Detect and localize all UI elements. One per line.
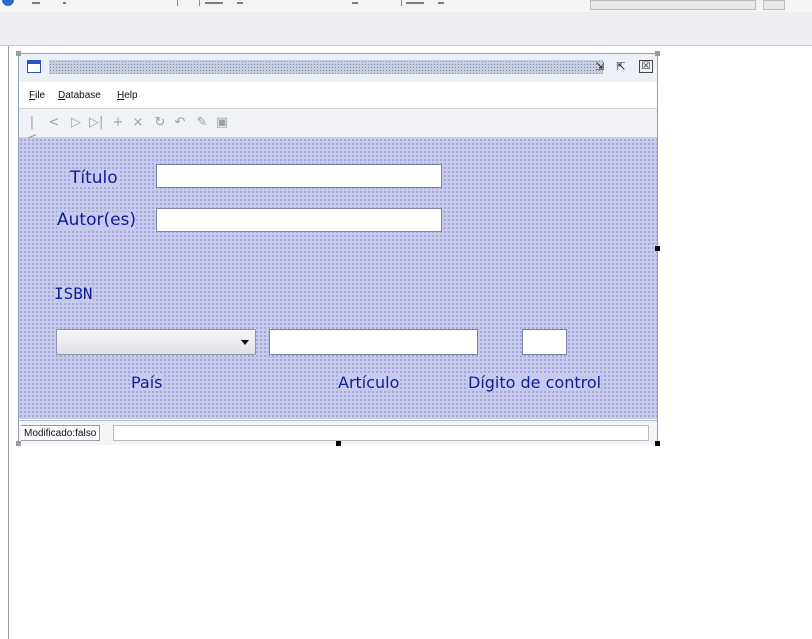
editor-left-rule [8,46,9,639]
status-empty-panel [113,425,649,441]
strip-mark [352,2,358,4]
delete-record-icon[interactable]: × [131,115,145,131]
strip-mark [438,2,444,4]
window-titlebar[interactable]: ⇲ ⇱ ☒ [19,54,657,82]
autores-field[interactable] [156,208,442,232]
strip-mark [406,2,424,4]
modified-status: Modificado:falso [21,425,101,441]
resize-handle-top-right[interactable] [655,51,660,56]
digito-control-field[interactable] [522,329,567,355]
ide-toolbar-band [0,12,812,46]
articulo-field[interactable] [269,329,478,355]
strip-mark [237,2,243,4]
record-navigator-toolbar: |< < ▷ ▷| + × ↻ ↶ ✎ ▣ [19,109,657,146]
first-record-icon[interactable]: |< [25,115,39,146]
titlebar-hatch [49,60,603,74]
next-record-icon[interactable]: ▷ [69,115,83,131]
form-designer-frame[interactable]: ⇲ ⇱ ☒ File Database Help |< < ▷ ▷| + × ↻… [18,53,658,445]
pais-dropdown[interactable] [56,329,256,355]
strip-mark [32,2,40,4]
menu-help-rest: elp [124,90,138,101]
menu-bar: File Database Help [19,82,657,109]
resize-handle-top-left[interactable] [16,51,21,56]
resize-handle-bottom-left[interactable] [16,441,21,446]
resize-handle-bottom[interactable] [336,441,341,446]
refresh-icon[interactable]: ↻ [153,115,167,131]
autores-label: Autor(es) [57,210,137,230]
strip-tick [199,0,200,6]
strip-tick [401,0,402,6]
last-record-icon[interactable]: ▷| [89,115,103,131]
pais-label: País [131,373,163,392]
strip-tick [177,0,178,6]
menu-database[interactable]: Database [58,90,101,101]
menu-file-rest: ile [35,90,46,101]
commit-icon[interactable]: ✎ [195,115,209,131]
form-canvas[interactable]: Título Autor(es) ISBN País Artículo Dígi… [19,138,657,419]
menu-help[interactable]: Help [117,90,138,101]
sql-icon[interactable]: ▣ [215,115,229,131]
strip-mark [205,2,223,4]
resize-handle-right[interactable] [655,246,660,251]
strip-field[interactable] [590,0,756,10]
digito-control-label: Dígito de control [468,373,602,392]
strip-field[interactable] [763,0,785,10]
menu-file[interactable]: File [29,90,45,101]
chevron-down-icon [241,340,249,345]
articulo-label: Artículo [338,373,400,392]
app-icon [2,0,14,6]
resize-handle-bottom-right[interactable] [655,441,660,446]
iconify-button[interactable]: ⇲ [593,60,607,73]
window-icon [27,60,41,73]
maximize-button[interactable]: ⇱ [614,60,628,73]
close-button[interactable]: ☒ [639,60,653,73]
menu-database-rest: atabase [65,90,101,101]
insert-record-icon[interactable]: + [111,115,125,131]
cancel-icon[interactable]: ↶ [173,115,187,131]
titulo-label: Título [70,168,118,188]
strip-mark [63,2,66,4]
isbn-label: ISBN [54,284,93,303]
titulo-field[interactable] [156,164,442,188]
previous-record-icon[interactable]: < [47,115,61,131]
